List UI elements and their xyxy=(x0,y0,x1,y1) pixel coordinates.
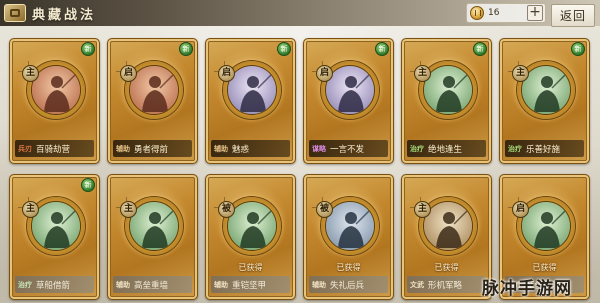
currency-counter: 16 + xyxy=(466,3,546,23)
tactic-card[interactable]: 新主兵刃 百骑劫营 xyxy=(9,38,100,164)
page-title: 典藏战法 xyxy=(32,7,97,23)
owned-label: 已获得 xyxy=(336,263,361,272)
nameplate: 治疗 绝地逢生 xyxy=(407,140,486,157)
tactic-name: 勇者得前 xyxy=(134,144,169,155)
owned-label: 已获得 xyxy=(434,263,459,272)
new-badge: 新 xyxy=(81,178,95,192)
tactic-card[interactable]: 新启辅助 魅惑 xyxy=(205,38,296,164)
tactic-card[interactable]: 新启辅助 勇者得前 xyxy=(107,38,198,164)
nameplate: 辅助 勇者得前 xyxy=(113,140,192,157)
new-badge: 新 xyxy=(375,42,389,56)
tactic-card[interactable]: 被已获得辅助 重铠坚甲 xyxy=(205,174,296,300)
category-tag: 文武 xyxy=(410,280,424,289)
category-tag: 治疗 xyxy=(410,144,424,153)
nameplate: 辅助 魅惑 xyxy=(211,140,290,157)
tactic-card[interactable]: 新主治疗 绝地逢生 xyxy=(401,38,492,164)
new-badge: 新 xyxy=(571,42,585,56)
book-icon xyxy=(4,4,26,22)
owned-label: 已获得 xyxy=(532,263,557,272)
tactic-type-badge: 主 xyxy=(414,65,431,82)
tactic-name: 高垒重墙 xyxy=(134,280,169,291)
tactic-type-badge: 主 xyxy=(120,201,137,218)
nameplate: 辅助 高垒重墙 xyxy=(113,276,192,293)
tactic-name: 重铠坚甲 xyxy=(232,280,267,291)
currency-value: 16 xyxy=(488,8,500,18)
tactic-card[interactable]: 主已获得文武 形机军略 xyxy=(401,174,492,300)
tactic-type-badge: 启 xyxy=(512,201,529,218)
tactic-card[interactable]: 被已获得辅助 失礼后兵 xyxy=(303,174,394,300)
category-tag: 治疗 xyxy=(508,144,522,153)
nameplate: 谋略 一言不发 xyxy=(309,140,388,157)
nameplate: 辅助 重铠坚甲 xyxy=(211,276,290,293)
tactic-name: 草船借箭 xyxy=(36,280,71,291)
category-tag: 兵刃 xyxy=(18,144,32,153)
tactic-type-badge: 主 xyxy=(414,201,431,218)
category-tag: 辅助 xyxy=(214,144,228,153)
tactic-name: 形机军略 xyxy=(428,280,463,291)
category-tag: 辅助 xyxy=(214,280,228,289)
coin-icon xyxy=(470,6,484,20)
watermark: 脉冲手游网 xyxy=(482,279,572,299)
nameplate: 治疗 乐善好施 xyxy=(505,140,584,157)
category-tag: 谋略 xyxy=(312,144,326,153)
tactic-name: 乐善好施 xyxy=(526,144,561,155)
category-tag: 治疗 xyxy=(18,280,32,289)
tactic-type-badge: 启 xyxy=(316,65,333,82)
new-badge: 新 xyxy=(277,42,291,56)
tactic-name: 魅惑 xyxy=(232,144,250,155)
tactic-type-badge: 主 xyxy=(22,201,39,218)
tactic-name: 绝地逢生 xyxy=(428,144,463,155)
tactic-type-badge: 主 xyxy=(512,65,529,82)
new-badge: 新 xyxy=(81,42,95,56)
tactic-type-badge: 启 xyxy=(120,65,137,82)
nameplate: 辅助 失礼后兵 xyxy=(309,276,388,293)
back-button[interactable]: 返回 xyxy=(551,4,595,27)
tactic-name: 一言不发 xyxy=(330,144,365,155)
category-tag: 辅助 xyxy=(312,280,326,289)
tactic-type-badge: 启 xyxy=(218,65,235,82)
tactic-card[interactable]: 新主治疗 草船借箭 xyxy=(9,174,100,300)
new-badge: 新 xyxy=(473,42,487,56)
tactic-type-badge: 被 xyxy=(316,201,333,218)
category-tag: 辅助 xyxy=(116,144,130,153)
nameplate: 文武 形机军略 xyxy=(407,276,486,293)
tactic-card[interactable]: 新主治疗 乐善好施 xyxy=(499,38,590,164)
tactic-name: 失礼后兵 xyxy=(330,280,365,291)
tactic-card[interactable]: 主辅助 高垒重墙 xyxy=(107,174,198,300)
tactic-name: 百骑劫营 xyxy=(36,144,71,155)
category-tag: 辅助 xyxy=(116,280,130,289)
title-area: 典藏战法 xyxy=(0,0,120,26)
add-currency-button[interactable]: + xyxy=(527,5,543,21)
owned-label: 已获得 xyxy=(238,263,263,272)
nameplate: 治疗 草船借箭 xyxy=(15,276,94,293)
tactic-type-badge: 被 xyxy=(218,201,235,218)
new-badge: 新 xyxy=(179,42,193,56)
tactic-type-badge: 主 xyxy=(22,65,39,82)
tactic-card[interactable]: 新启谋略 一言不发 xyxy=(303,38,394,164)
nameplate: 兵刃 百骑劫营 xyxy=(15,140,94,157)
tactics-grid: 新主兵刃 百骑劫营新启辅助 勇者得前新启辅助 魅惑新启谋略 一言不发新主治疗 绝地逢生新主… xyxy=(9,38,590,300)
